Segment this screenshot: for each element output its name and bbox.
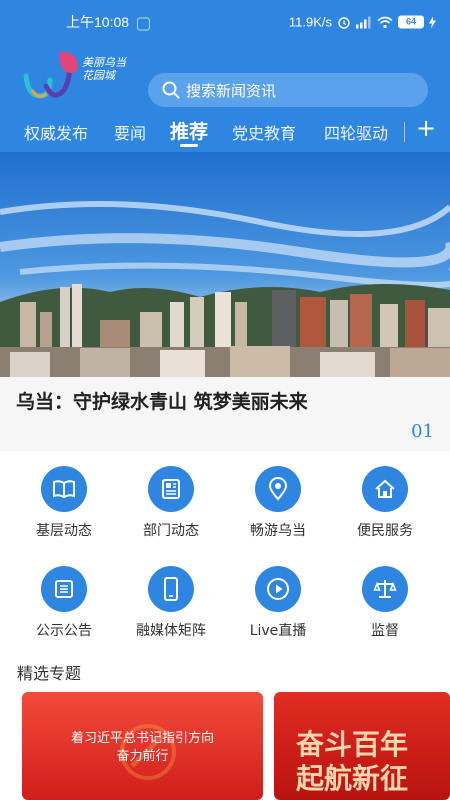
notification-app-icon bbox=[137, 17, 150, 31]
scales-icon bbox=[373, 580, 397, 598]
alarm-icon bbox=[338, 16, 350, 29]
topic-card-line1: 着习近平总书记指引方向 bbox=[70, 731, 214, 746]
charging-icon bbox=[429, 16, 436, 28]
slide-index: 01 bbox=[411, 421, 434, 442]
signal-icon bbox=[356, 16, 371, 28]
topic-card-line2: 起航新征 bbox=[296, 762, 409, 795]
newspaper-icon bbox=[162, 479, 180, 499]
battery-icon: 64 bbox=[398, 15, 424, 29]
service-label: 基层动态 bbox=[36, 523, 92, 539]
status-indicators: 11.9K/s 64 bbox=[289, 15, 436, 30]
tab-authority[interactable]: 权威发布 bbox=[24, 120, 88, 144]
network-speed: 11.9K/s bbox=[288, 14, 332, 30]
service-label: 便民服务 bbox=[357, 523, 413, 539]
city-skyline-photo bbox=[0, 152, 450, 377]
notice-board-icon bbox=[55, 580, 73, 598]
service-label: 融媒体矩阵 bbox=[136, 623, 206, 639]
headline-title[interactable]: 乌当：守护绿水青山 筑梦美丽未来 bbox=[16, 387, 308, 414]
topic-card[interactable]: 奋斗百年 起航新征 bbox=[274, 692, 450, 800]
banner-image[interactable] bbox=[0, 152, 450, 377]
service-grassroots-news[interactable]: 基层动态 bbox=[9, 466, 119, 540]
featured-topics-title: 精选专题 bbox=[17, 664, 82, 683]
search-icon bbox=[162, 81, 180, 99]
status-bar: 上午10:08 11.9K/s 64 bbox=[0, 0, 450, 34]
service-department-news[interactable]: 部门动态 bbox=[116, 466, 226, 540]
service-supervision[interactable]: 监督 bbox=[330, 566, 440, 640]
tab-recommended[interactable]: 推荐 bbox=[170, 117, 208, 144]
app-header: 上午10:08 11.9K/s 64 美丽乌当 花园城 搜索新闻资讯 权威发布 … bbox=[0, 0, 450, 152]
service-label: 畅游乌当 bbox=[250, 523, 306, 539]
phone-icon bbox=[164, 577, 178, 601]
topic-card-line2: 奋力前行 bbox=[116, 749, 169, 764]
topic-card[interactable]: 着习近平总书记指引方向 奋力前行 bbox=[22, 692, 263, 800]
service-tour-wudang[interactable]: 畅游乌当 bbox=[223, 466, 333, 540]
service-public-services[interactable]: 便民服务 bbox=[330, 466, 440, 540]
tab-party-history[interactable]: 党史教育 bbox=[232, 120, 296, 144]
app-logo[interactable]: 美丽乌当 花园城 bbox=[20, 46, 132, 104]
home-icon bbox=[375, 479, 395, 498]
service-label: 监督 bbox=[371, 623, 399, 639]
wifi-icon bbox=[377, 16, 393, 28]
topic-card-line1: 奋斗百年 bbox=[296, 728, 409, 761]
logo-text: 美丽乌当 花园城 bbox=[82, 56, 126, 82]
service-live[interactable]: Live直播 bbox=[223, 566, 333, 640]
service-label: 部门动态 bbox=[143, 523, 199, 539]
service-label: 公示公告 bbox=[36, 623, 92, 639]
tab-divider bbox=[404, 122, 405, 142]
logo-mark-icon bbox=[23, 51, 78, 99]
service-media-matrix[interactable]: 融媒体矩阵 bbox=[116, 566, 226, 640]
play-icon bbox=[267, 578, 289, 600]
headline-panel[interactable]: 乌当：守护绿水青山 筑梦美丽未来 01 bbox=[0, 377, 450, 451]
service-announcements[interactable]: 公示公告 bbox=[9, 566, 119, 640]
active-tab-indicator bbox=[180, 144, 198, 147]
book-icon bbox=[53, 480, 75, 499]
channel-tabs: 权威发布 要闻 推荐 党史教育 四轮驱动 + bbox=[0, 112, 450, 150]
add-channel-button[interactable]: + bbox=[416, 114, 436, 142]
tab-four-wheel-drive[interactable]: 四轮驱动 bbox=[324, 120, 388, 144]
service-label: Live直播 bbox=[249, 623, 307, 639]
search-bar[interactable]: 搜索新闻资讯 bbox=[148, 73, 428, 107]
location-pin-icon bbox=[268, 477, 288, 501]
search-placeholder: 搜索新闻资讯 bbox=[186, 81, 277, 100]
tab-headlines[interactable]: 要闻 bbox=[114, 120, 146, 144]
status-time: 上午10:08 bbox=[66, 14, 130, 30]
